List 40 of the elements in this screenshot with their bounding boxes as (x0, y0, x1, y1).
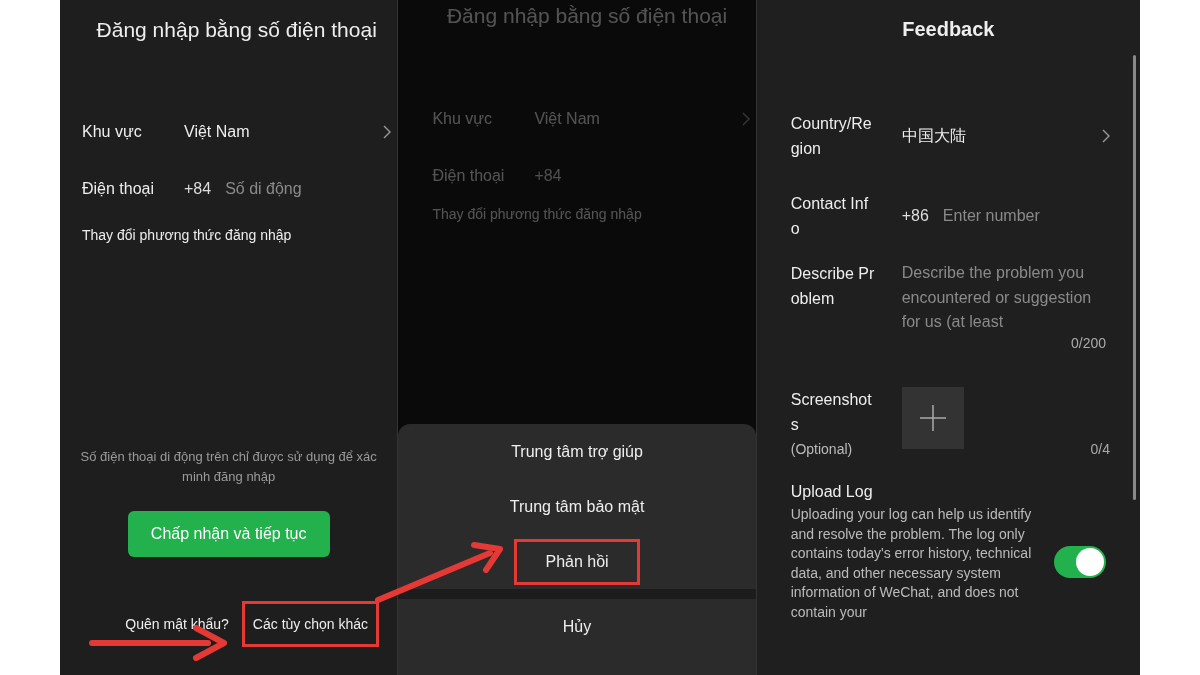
image-counter: 0/4 (1090, 441, 1110, 457)
plus-icon (919, 405, 946, 431)
text-link[interactable]: Các tùy chọn khác (241, 601, 380, 647)
region-value: Việt Nam (534, 109, 601, 128)
menu-item[interactable]: Trung tâm bảo mật (478, 483, 676, 530)
chevron-icon (1102, 129, 1110, 143)
toggle-switch[interactable] (1054, 545, 1106, 578)
screen-title: Đăng nhập bằng số điện thoại (445, 4, 729, 28)
cancel-button[interactable]: Hủy (398, 599, 756, 654)
menu-item[interactable]: Phản hồi (514, 538, 640, 585)
phone-input[interactable]: Số di động (225, 179, 336, 198)
text-link[interactable]: Quên mật khẩu? (114, 601, 240, 647)
field-label: Country/Region (790, 114, 873, 159)
switch-method-link[interactable]: Thay đổi phương thức đăng nhập (60, 227, 398, 243)
section-title: Upload Log (789, 483, 874, 501)
field-label: Contact Info (790, 194, 870, 239)
scrollbar[interactable] (1133, 55, 1136, 500)
field-label: Khu vực (432, 109, 493, 128)
chevron-icon (741, 111, 750, 126)
region-value[interactable]: 中国大陆 (901, 125, 966, 147)
note-text: Số điện thoại di động trên chỉ được sử dụng để xác minh đăng nhập (79, 448, 378, 486)
field-label: Describe Problem (790, 264, 876, 309)
country-code: +86 (901, 207, 929, 225)
description-text: Uploading your log can help us identify and resolve the problem. The log only contains today's error history, technical data, and other necessary system information of WeChat, and does not contain your (790, 505, 1033, 622)
char-counter: 0/200 (1069, 335, 1107, 351)
description-field[interactable]: Describe the problem you encountered or suggestion for us (at least (901, 261, 1110, 335)
field-label: Điện thoại (432, 166, 506, 185)
contact-input[interactable]: Enter number (942, 207, 1073, 225)
add-screenshot-button[interactable] (901, 387, 964, 449)
region-value[interactable]: Việt Nam (184, 122, 384, 141)
field-label: Screenshots (790, 390, 873, 435)
country-code: +84 (184, 179, 212, 198)
screen-title: Đăng nhập bằng số điện thoại (95, 18, 378, 42)
chevron-icon (383, 124, 392, 139)
country-code: +84 (534, 166, 562, 185)
menu-item[interactable]: Trung tâm trợ giúp (480, 428, 674, 475)
field-label: Điện thoại (82, 179, 156, 198)
field-label: Khu vực (82, 122, 143, 141)
optional-hint: (Optional) (790, 441, 854, 457)
screen-title: Feedback (901, 18, 996, 41)
